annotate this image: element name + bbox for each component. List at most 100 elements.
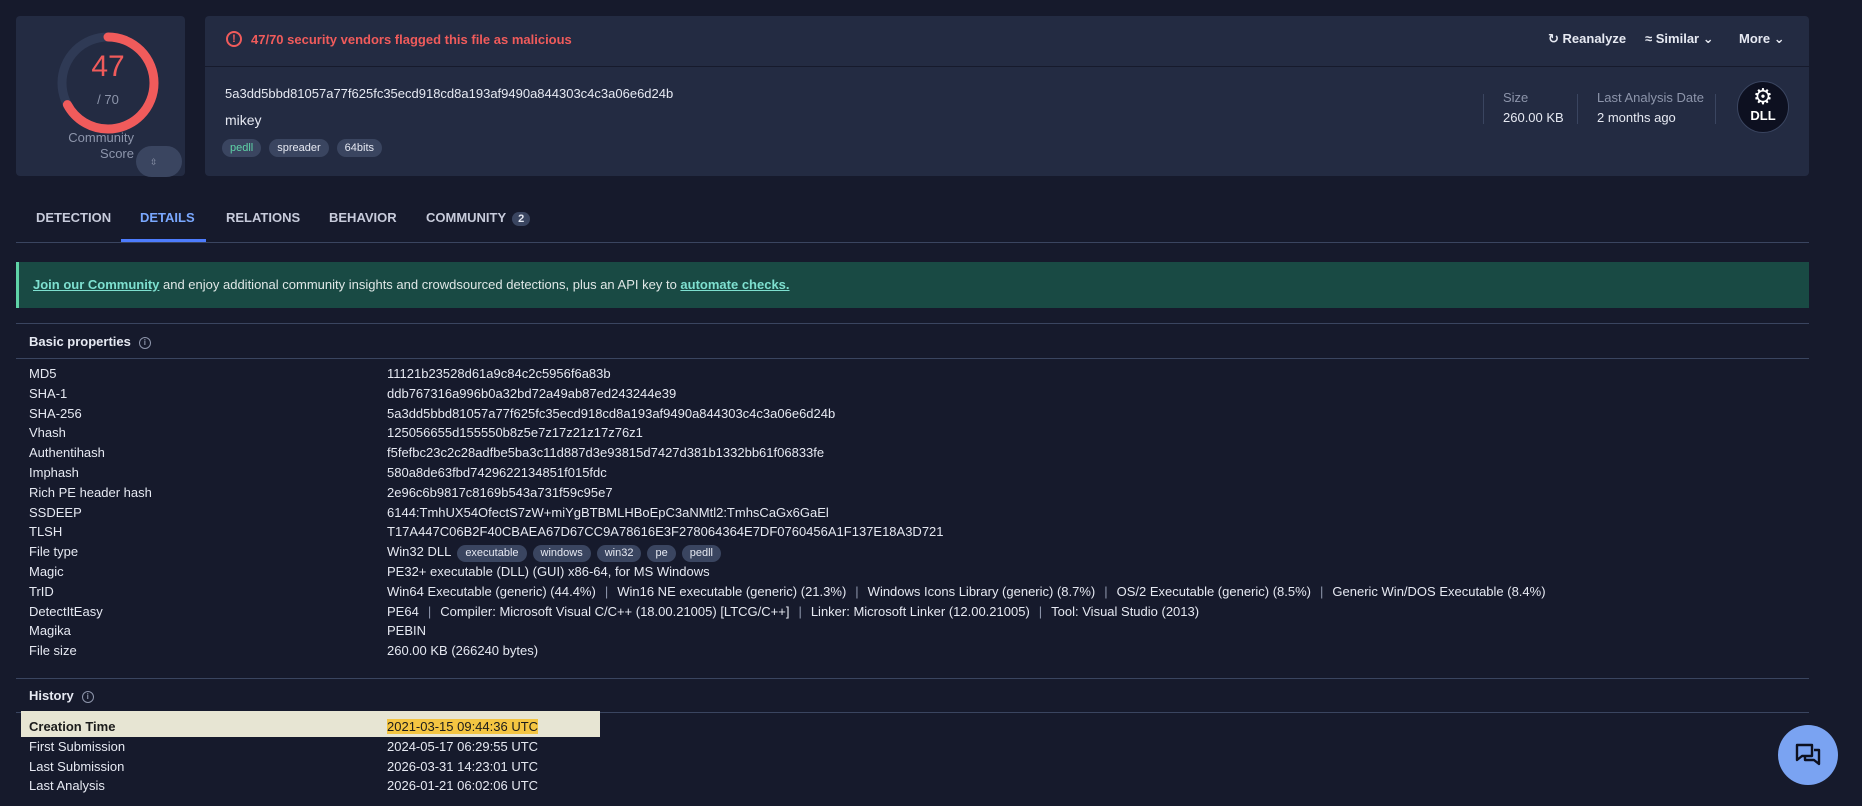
tab-behavior[interactable]: BEHAVIOR: [329, 210, 397, 225]
tab-community[interactable]: COMMUNITY 2: [426, 210, 531, 226]
divider: [1715, 94, 1716, 124]
chat-button[interactable]: [1778, 725, 1838, 785]
property-value: PEBIN: [387, 622, 426, 640]
property-key: Imphash: [29, 465, 79, 480]
file-type-label: DLL: [1750, 108, 1776, 123]
tag-chip[interactable]: 64bits: [336, 139, 383, 157]
history-label: History: [29, 688, 74, 703]
size-value: 260.00 KB: [1503, 110, 1564, 125]
detection-count: 47: [91, 50, 125, 83]
property-value-part: Linker: Microsoft Linker (12.00.21005): [810, 603, 1030, 619]
property-value-part: Windows Icons Library (generic) (8.7%): [867, 583, 1096, 599]
chat-icon: [1795, 743, 1821, 766]
property-value: 11121b23528d61a9c84c2c5956f6a83b: [387, 365, 611, 383]
property-key: SHA-256: [29, 405, 82, 421]
property-key: SSDEEP: [29, 504, 82, 520]
property-key: MD5: [29, 366, 57, 381]
more-label: More: [1739, 31, 1771, 46]
chevron-down-icon: ⌄: [1702, 31, 1714, 46]
file-tags: pedll spreader 64bits: [222, 139, 383, 157]
history-value: 2026-03-31 14:23:01 UTC: [387, 758, 538, 776]
divider: [16, 358, 1809, 359]
divider: [1483, 94, 1484, 124]
tag-chip[interactable]: spreader: [269, 139, 329, 157]
history-value-text: 2024-05-17 06:29:55 UTC: [387, 738, 539, 754]
history-key: Last Submission: [29, 758, 125, 774]
tag-chip[interactable]: win32: [596, 545, 642, 563]
info-icon[interactable]: i: [138, 337, 151, 349]
tab-details[interactable]: DETAILS: [140, 210, 195, 225]
file-type-badge: ⚙ DLL: [1737, 81, 1789, 133]
property-value-part: Compiler: Microsoft Visual C/C++ (18.00.…: [440, 603, 790, 619]
join-community-link[interactable]: Join our Community: [33, 277, 159, 292]
history-key: First Submission: [29, 738, 126, 754]
history-key: Creation Time: [29, 719, 116, 734]
property-value: 2e96c6b9817c8169b543a731f59c95e7: [387, 484, 613, 502]
property-value-text: 6144:TmhUX54OfectS7zW+miYgBTBMLHBoEpC3aN…: [387, 504, 829, 520]
property-value: Win32 DLL executable windows win32 pe pedll: [387, 543, 721, 563]
property-value-part: Generic Win/DOS Executable (8.4%): [1332, 583, 1546, 599]
detection-score-card: 47 / 70 Community Score ⇳: [16, 16, 185, 177]
property-value-part: OS/2 Executable (generic) (8.5%): [1116, 583, 1312, 599]
property-value-text: f5fefbc23c2c28adfbe5ba3c11d887d3e93815d7…: [387, 445, 825, 461]
community-score-toggle[interactable]: ⇳: [136, 146, 182, 177]
tag-chip[interactable]: windows: [532, 545, 591, 563]
similar-label: Similar: [1655, 31, 1700, 46]
property-key: TrID: [29, 583, 54, 599]
property-value-text: PE32+ executable (DLL) (GUI) x86-64, for…: [387, 564, 710, 579]
tab-relations[interactable]: RELATIONS: [226, 210, 300, 225]
property-value: 125056655d155550b8z5e7z17z21z17z76z1: [387, 424, 643, 442]
property-value-part: Win16 NE executable (generic) (21.3%): [617, 583, 847, 599]
property-value-text: 125056655d155550b8z5e7z17z21z17z76z1: [387, 425, 643, 441]
property-key: Magic: [29, 564, 64, 579]
community-count-badge: 2: [512, 212, 531, 226]
banner-text: Join our Community and enjoy additional …: [33, 277, 790, 292]
property-value: f5fefbc23c2c28adfbe5ba3c11d887d3e93815d7…: [387, 444, 824, 462]
divider: [16, 323, 1809, 324]
file-name: mikey: [225, 112, 262, 128]
tag-chip[interactable]: pedll: [681, 545, 721, 563]
info-icon[interactable]: i: [81, 691, 94, 703]
reanalyze-button[interactable]: ↻ Reanalyze: [1548, 31, 1626, 47]
property-value-text: Win32 DLL: [387, 544, 452, 560]
basic-properties-title: Basic properties i: [29, 334, 151, 349]
history-value: 2026-01-21 06:02:06 UTC: [387, 777, 538, 795]
separator: |: [1104, 583, 1108, 599]
toggle-knob-icon: ⇳: [150, 157, 158, 167]
tag-chip[interactable]: pedll: [222, 139, 262, 157]
tag-chip[interactable]: pe: [647, 545, 676, 563]
separator: |: [855, 583, 859, 599]
automate-checks-link[interactable]: automate checks.: [680, 277, 789, 292]
detection-total: / 70: [97, 92, 119, 107]
history-value-text: 2026-01-21 06:02:06 UTC: [387, 778, 539, 794]
community-score-label: Community Score: [68, 130, 134, 161]
tag-chip[interactable]: executable: [457, 545, 527, 563]
more-button[interactable]: More ⌄: [1739, 31, 1785, 47]
similar-icon: ≈: [1645, 31, 1653, 46]
community-banner: Join our Community and enjoy additional …: [16, 262, 1809, 308]
active-tab-indicator: [121, 239, 206, 242]
refresh-icon: ↻: [1548, 31, 1559, 46]
history-value: 2021-03-15 09:44:36 UTC: [387, 718, 539, 736]
separator: |: [1320, 583, 1324, 599]
property-key: SHA-1: [29, 385, 68, 401]
file-hash: 5a3dd5bbd81057a77f625fc35ecd918cd8a193af…: [225, 86, 674, 101]
property-value-part: Tool: Visual Studio (2013): [1051, 603, 1200, 619]
file-header-card: ! 47/70 security vendors flagged this fi…: [205, 16, 1809, 176]
property-value-text: 260.00 KB (266240 bytes): [387, 643, 539, 659]
size-label: Size: [1503, 90, 1529, 105]
property-value: PE64 | Compiler: Microsoft Visual C/C++ (1…: [387, 603, 1199, 621]
property-key: Vhash: [29, 425, 66, 441]
separator: |: [1038, 603, 1043, 619]
tab-detection[interactable]: DETECTION: [36, 210, 111, 225]
basic-properties-label: Basic properties: [29, 334, 131, 349]
property-key: Authentihash: [29, 445, 105, 461]
last-analysis-label: Last Analysis Date: [1597, 90, 1704, 105]
similar-button[interactable]: ≈ Similar ⌄: [1645, 31, 1714, 47]
last-analysis-value: 2 months ago: [1597, 110, 1676, 125]
property-value: 260.00 KB (266240 bytes): [387, 642, 538, 660]
reanalyze-label: Reanalyze: [1562, 31, 1627, 46]
gear-icon: ⚙: [1753, 84, 1773, 109]
chevron-down-icon: ⌄: [1773, 31, 1785, 46]
separator: |: [604, 583, 609, 599]
